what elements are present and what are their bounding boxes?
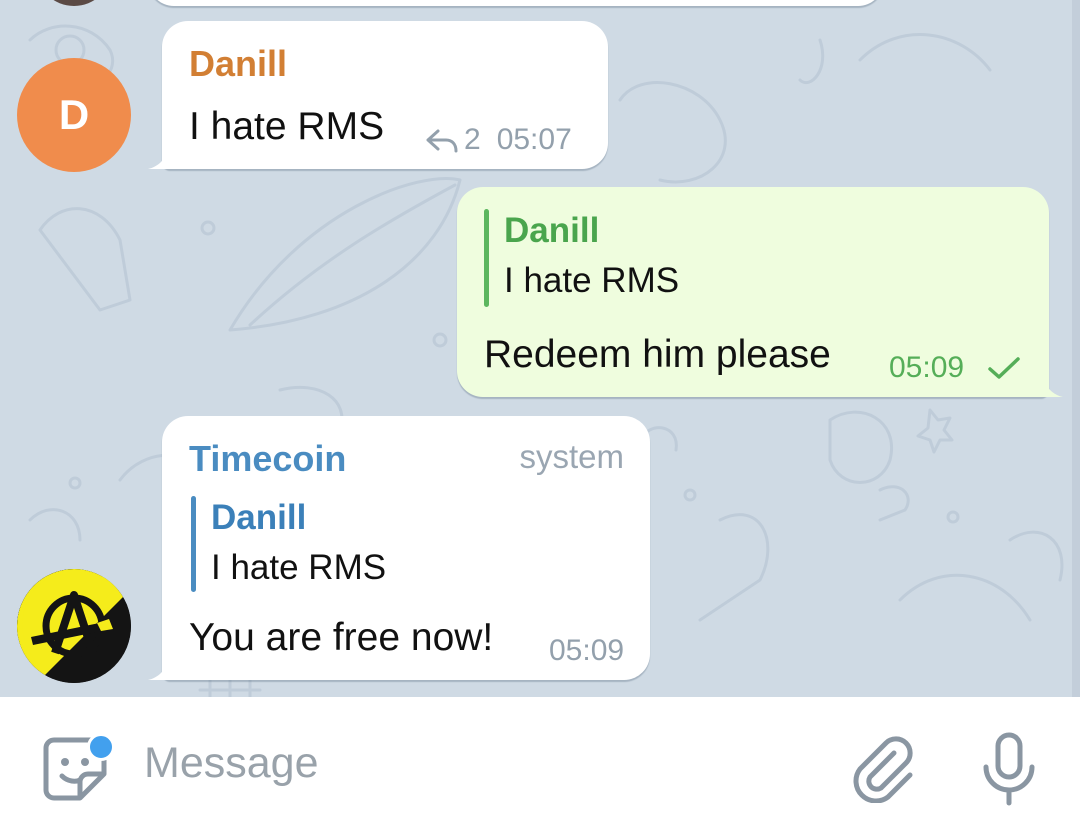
message-meta: 05:09 xyxy=(889,351,1024,385)
microphone-icon[interactable] xyxy=(974,731,1044,807)
message-input[interactable] xyxy=(144,739,794,788)
attach-icon[interactable] xyxy=(850,735,918,803)
quote-text: I hate RMS xyxy=(504,261,680,300)
message-text: You are free now! xyxy=(189,616,494,659)
quote-name: Danill xyxy=(211,498,307,537)
message-time: 05:09 xyxy=(889,351,965,384)
avatar-danill[interactable]: D xyxy=(17,58,131,172)
reply-count[interactable]: 2 xyxy=(464,123,481,157)
message-text: Redeem him please xyxy=(484,333,831,376)
message-text: I hate RMS xyxy=(189,105,385,148)
message-bubble-outgoing[interactable]: Danill I hate RMS Redeem him please 05:0… xyxy=(457,187,1063,397)
system-badge: system xyxy=(519,438,624,475)
bubble-tail xyxy=(1041,375,1063,397)
chat-background[interactable]: D Danill I hate RMS 2 05:07 Danill I hat… xyxy=(0,0,1080,697)
message-meta: 05:09 xyxy=(549,634,624,668)
avatar-timecoin[interactable] xyxy=(17,569,131,683)
scrollbar[interactable] xyxy=(1072,0,1080,697)
avatar-letter: D xyxy=(58,91,90,138)
message-meta: 2 05:07 xyxy=(424,123,572,157)
message-time: 05:07 xyxy=(496,123,572,156)
bubble-tail xyxy=(148,147,170,169)
reply-quote[interactable]: Danill I hate RMS xyxy=(484,209,679,307)
quote-name: Danill xyxy=(504,211,600,250)
message-time: 05:09 xyxy=(549,634,625,667)
sender-name[interactable]: Danill xyxy=(189,43,287,85)
chat-screen: D Danill I hate RMS 2 05:07 Danill I hat… xyxy=(0,0,1080,833)
quote-bar xyxy=(484,209,489,307)
check-icon xyxy=(988,357,1020,379)
message-bubble-previous[interactable] xyxy=(148,0,884,6)
reply-quote[interactable]: Danill I hate RMS xyxy=(191,496,386,592)
anarchy-logo-icon xyxy=(17,569,131,683)
message-bubble[interactable]: Danill I hate RMS 2 05:07 xyxy=(148,21,608,169)
quote-bar xyxy=(191,496,196,592)
reply-icon[interactable] xyxy=(424,125,460,155)
message-bubble[interactable]: Timecoin system Danill I hate RMS You ar… xyxy=(148,416,650,680)
bubble-tail xyxy=(148,658,170,680)
message-composer xyxy=(0,697,1080,833)
unread-dot xyxy=(87,733,115,761)
sender-name[interactable]: Timecoin xyxy=(189,438,346,480)
quote-text: I hate RMS xyxy=(211,548,387,587)
